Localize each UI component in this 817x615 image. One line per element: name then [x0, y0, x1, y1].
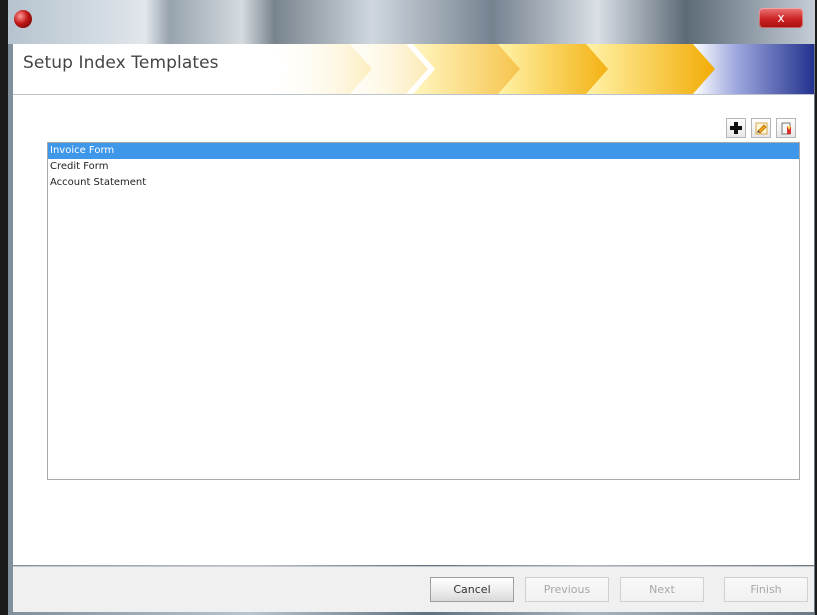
list-item-account-statement[interactable]: Account Statement	[48, 175, 799, 191]
cancel-button[interactable]: Cancel	[430, 577, 514, 602]
wizard-banner	[268, 44, 814, 94]
wizard-header: Setup Index Templates	[13, 44, 814, 95]
edit-icon	[755, 122, 767, 134]
delete-icon	[781, 122, 791, 134]
template-list[interactable]: Invoice Form Credit Form Account Stateme…	[47, 142, 800, 480]
template-content: Invoice Form Credit Form Account Stateme…	[13, 95, 814, 565]
previous-button[interactable]: Previous	[525, 577, 609, 602]
edit-template-button[interactable]	[751, 118, 771, 138]
next-button[interactable]: Next	[620, 577, 704, 602]
list-item-invoice-form[interactable]: Invoice Form	[48, 143, 799, 159]
delete-template-button[interactable]	[776, 118, 796, 138]
page-title: Setup Index Templates	[23, 53, 219, 73]
finish-button[interactable]: Finish	[724, 577, 808, 602]
setup-window: x Setup Index Templates Invoice Form Cre…	[8, 0, 815, 615]
add-template-button[interactable]	[726, 118, 746, 138]
wizard-footer: Cancel Previous Next Finish	[13, 566, 814, 612]
title-bar[interactable]: x	[8, 0, 815, 44]
template-toolbar	[726, 118, 796, 138]
app-icon	[14, 10, 32, 28]
plus-icon	[730, 122, 742, 134]
list-item-credit-form[interactable]: Credit Form	[48, 159, 799, 175]
close-button[interactable]: x	[759, 8, 803, 28]
